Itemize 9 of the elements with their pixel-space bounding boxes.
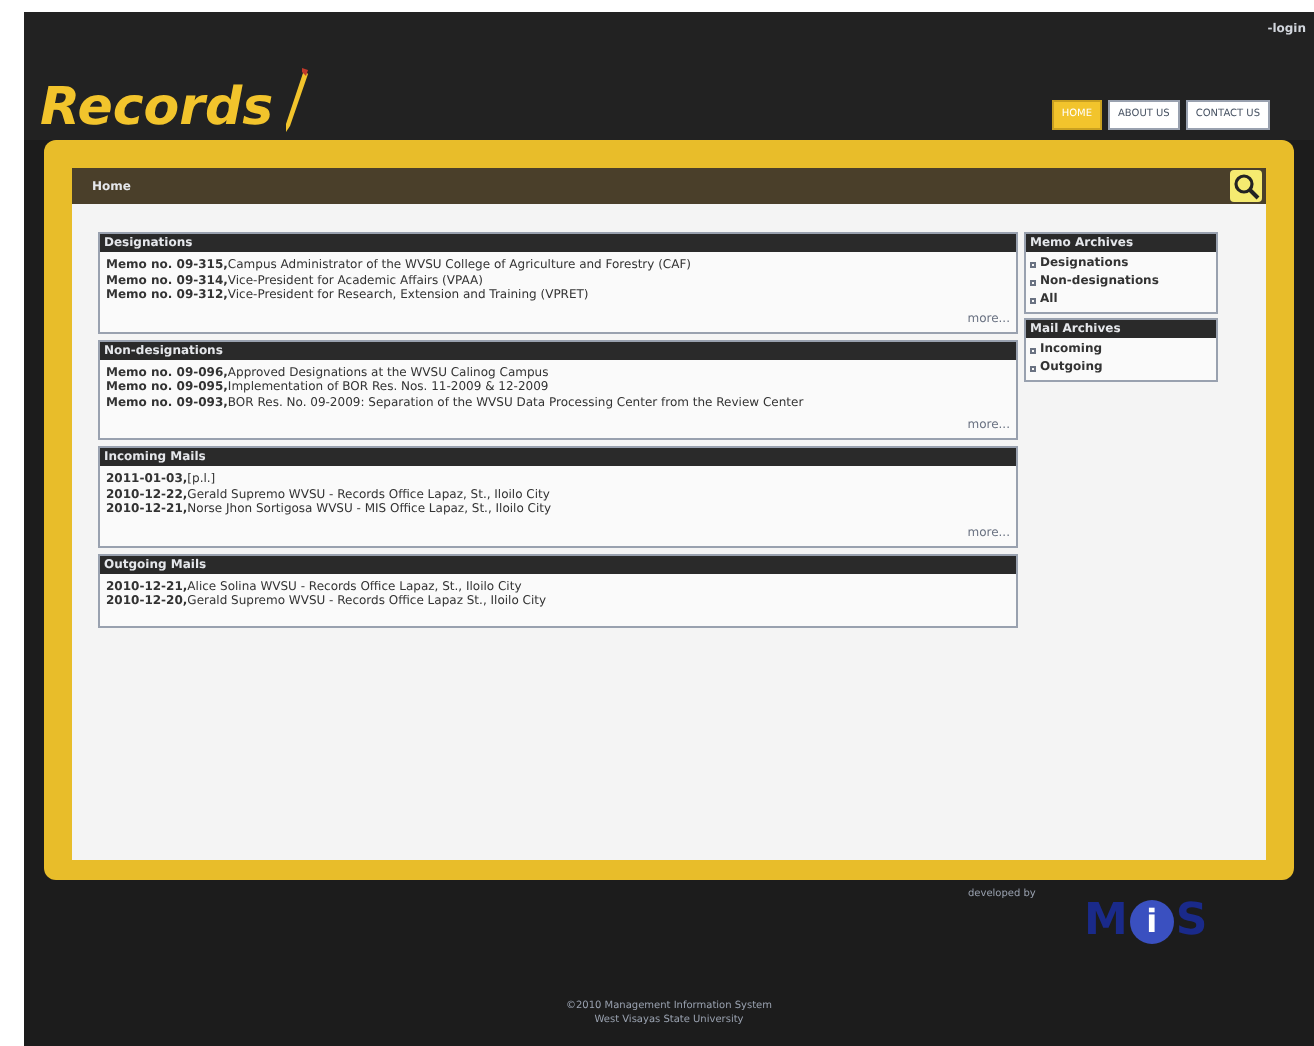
bullet-icon bbox=[1030, 347, 1036, 353]
search-icon[interactable] bbox=[1230, 170, 1262, 202]
site-logo: Records bbox=[40, 82, 274, 134]
mis-logo: M i S bbox=[1084, 900, 1208, 944]
bullet-icon bbox=[1030, 261, 1036, 267]
bullet-icon bbox=[1030, 297, 1036, 303]
pencil-icon bbox=[281, 66, 310, 134]
bullet-icon bbox=[1030, 279, 1036, 285]
bullet-icon bbox=[1030, 365, 1036, 371]
